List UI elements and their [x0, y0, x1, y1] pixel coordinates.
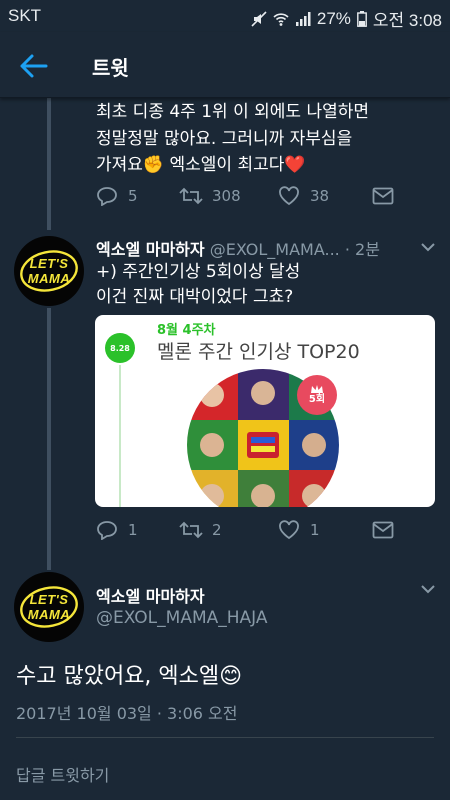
reply-button[interactable]: 5: [96, 186, 178, 206]
thread-line-top: [47, 98, 51, 230]
like-count: 38: [310, 187, 330, 205]
heart-icon: [279, 520, 299, 540]
carrier-label: SKT: [8, 6, 42, 25]
heart-icon: [279, 186, 299, 206]
count-badge: 5회: [297, 375, 337, 415]
retweet-button[interactable]: 2: [178, 521, 278, 539]
tweet-actions: 5 308 38: [96, 186, 394, 206]
tweet-text-line: 가져요✊ 엑소엘이 최고다❤️: [96, 155, 306, 175]
tweet-text-line: 이건 진짜 대박이었다 그쵸?: [96, 287, 294, 307]
avatar[interactable]: LET'S MAMA: [14, 572, 84, 642]
retweet-count: 308: [212, 187, 241, 205]
user-handle[interactable]: @EXOL_MAMA_HAJA: [96, 608, 268, 628]
reply-composer[interactable]: 답글 트윗하기: [0, 740, 450, 800]
retweet-icon: [179, 521, 203, 539]
app-bar: 트윗: [0, 32, 450, 98]
date-badge: 8.28: [105, 333, 135, 363]
divider: [16, 737, 434, 738]
avatar-logo: LET'S MAMA: [14, 572, 84, 642]
tweet-timestamp: 2017년 10월 03일 · 3:06 오전: [16, 704, 238, 723]
share-button[interactable]: [372, 187, 394, 205]
user-handle[interactable]: @EXOL_MAMA...: [210, 240, 340, 259]
avatar-logo-line: LET'S: [29, 592, 69, 607]
back-arrow-icon[interactable]: [18, 52, 50, 80]
dm-icon: [372, 521, 394, 539]
like-button[interactable]: 1: [278, 520, 372, 540]
like-button[interactable]: 38: [278, 186, 372, 206]
thread-line-mid: [47, 308, 51, 570]
tweet-text-line: +) 주간인기상 5회이상 달성: [96, 262, 301, 282]
avatar-logo-line: LET'S: [29, 256, 69, 271]
battery-percent: 27%: [316, 8, 351, 28]
reply-icon: [97, 187, 117, 206]
retweet-button[interactable]: 308: [178, 187, 278, 205]
timeline-line: [119, 365, 121, 507]
reply-count: 1: [128, 521, 138, 539]
retweet-icon: [179, 187, 203, 205]
display-name[interactable]: 엑소엘 마마하자: [96, 240, 205, 259]
avatar-logo: LET'S MAMA: [14, 236, 84, 306]
status-icons: 27% 오전 3:08: [251, 6, 442, 31]
tweet-age: · 2분: [344, 240, 380, 259]
crown-icon: [311, 385, 323, 393]
avatar[interactable]: LET'S MAMA: [14, 236, 84, 306]
tweet-text-line: 최초 디종 4주 1위 이 외에도 나열하면: [96, 102, 370, 122]
chevron-down-icon[interactable]: [421, 584, 435, 594]
tweet-header: 엑소엘 마마하자 @EXOL_MAMA... · 2분: [96, 236, 380, 260]
display-name[interactable]: 엑소엘 마마하자: [96, 583, 205, 607]
card-week-label: 8월 4주차: [157, 323, 216, 338]
avatar-logo-line: MAMA: [27, 271, 71, 286]
reply-icon: [97, 521, 117, 540]
avatar-logo-line: MAMA: [27, 607, 71, 622]
page-title: 트윗: [92, 56, 129, 80]
tweet-text-line: 정말정말 많아요. 그러니까 자부심을: [96, 129, 353, 149]
share-button[interactable]: [372, 521, 394, 539]
reply-input-placeholder[interactable]: 답글 트윗하기: [16, 762, 109, 786]
mute-icon: [251, 10, 267, 27]
battery-icon: [357, 10, 367, 27]
tweet-text: 수고 많았어요, 엑소엘😊: [16, 664, 243, 689]
chevron-down-icon[interactable]: [421, 242, 435, 252]
clock: 오전 3:08: [372, 11, 442, 30]
wifi-icon: [273, 12, 289, 26]
dm-icon: [372, 187, 394, 205]
tweet-actions: 1 2 1: [96, 520, 394, 540]
media-card[interactable]: 8.28 8월 4주차 멜론 주간 인기상 TOP20 5회: [95, 315, 435, 507]
card-headline: 멜론 주간 인기상 TOP20: [157, 341, 360, 363]
reply-count: 5: [128, 187, 138, 205]
status-bar: SKT 27% 오전 3:08: [0, 0, 450, 32]
retweet-count: 2: [212, 521, 222, 539]
signal-icon: [295, 11, 311, 26]
like-count: 1: [310, 521, 320, 539]
count-badge-label: 5회: [308, 394, 326, 405]
reply-button[interactable]: 1: [96, 520, 178, 540]
